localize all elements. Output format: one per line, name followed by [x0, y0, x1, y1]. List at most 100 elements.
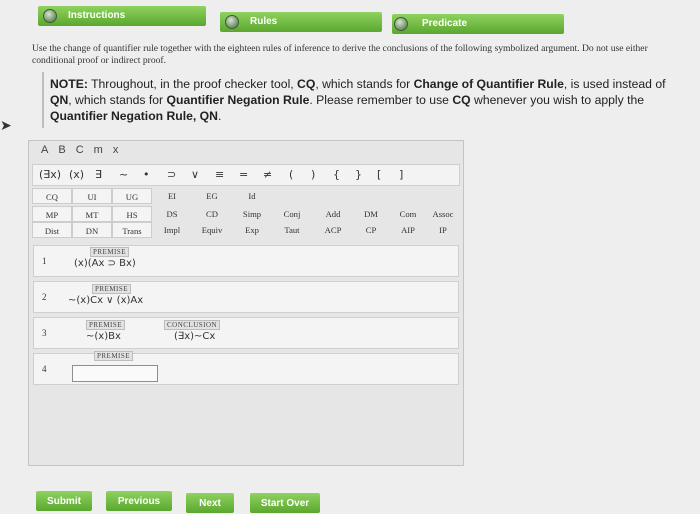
close-icon[interactable]: x — [113, 144, 119, 160]
rule-ds[interactable]: DS — [152, 206, 192, 222]
new-line-input[interactable] — [72, 365, 158, 382]
note-text: Throughout, in the proof checker tool, — [87, 77, 298, 91]
symbol-not-equals[interactable]: ≠ — [263, 168, 272, 181]
line-number: 4 — [42, 364, 47, 374]
symbol-equals[interactable]: = — [239, 168, 248, 181]
premise-tag: PREMISE — [86, 320, 126, 330]
font-option-c[interactable]: C — [76, 144, 84, 160]
premise-tag: PREMISE — [92, 284, 132, 294]
rule-trans[interactable]: Trans — [112, 222, 152, 238]
note-text: , which stands for — [315, 77, 414, 91]
note-text: . — [217, 109, 222, 123]
tab-label: Instructions — [68, 10, 126, 21]
rule-hs[interactable]: HS — [112, 206, 152, 222]
line-number: 3 — [42, 328, 47, 338]
conclusion-formula: (∃x)~Cx — [174, 331, 216, 342]
tab-bar: Instructions Rules Predicate — [0, 0, 700, 40]
note-lead: NOTE: — [50, 77, 88, 91]
rule-eg[interactable]: EG — [192, 188, 232, 204]
submit-button[interactable]: Submit — [36, 491, 92, 511]
symbol-universal-x[interactable]: (x) — [69, 168, 84, 181]
rule-cd[interactable]: CD — [192, 206, 232, 222]
rule-mt[interactable]: MT — [72, 206, 112, 222]
rule-acp[interactable]: ACP — [314, 222, 352, 238]
cursor-arrow-icon: ➤ — [0, 118, 12, 134]
note-cq: CQ — [297, 77, 316, 91]
font-option-b[interactable]: B — [58, 144, 65, 160]
proof-checker: A B C m x (∃x) (x) ∃ ~ • ⊃ ∨ ≡ = ≠ ( ) {… — [28, 140, 464, 466]
rule-ip[interactable]: IP — [426, 222, 460, 238]
line-formula[interactable]: ~(x)Bx — [86, 331, 121, 342]
start-over-button[interactable]: Start Over — [250, 493, 320, 513]
premise-tag: PREMISE — [90, 247, 130, 257]
font-option-m[interactable]: m — [94, 144, 103, 160]
symbol-triple-bar[interactable]: ≡ — [215, 168, 224, 181]
rule-cp[interactable]: CP — [352, 222, 390, 238]
note-qn-rule: Quantifier Negation Rule — [166, 93, 310, 107]
note-qn-rule: Quantifier Negation Rule, QN — [50, 109, 218, 123]
rule-dn[interactable]: DN — [72, 222, 112, 238]
symbol-paren-close[interactable]: ) — [311, 168, 315, 181]
note-text: , is used instead of — [563, 77, 666, 91]
rule-taut[interactable]: Taut — [272, 222, 312, 238]
note-box: NOTE: Throughout, in the proof checker t… — [42, 72, 682, 128]
tab-bullet-icon — [394, 17, 408, 31]
rule-dist[interactable]: Dist — [32, 222, 72, 238]
rule-com[interactable]: Com — [390, 206, 426, 222]
symbol-brace-close[interactable]: } — [355, 168, 362, 181]
next-button[interactable]: Next — [186, 493, 234, 513]
line-formula[interactable]: (x)(Ax ⊃ Bx) — [74, 258, 136, 269]
rule-aip[interactable]: AIP — [390, 222, 426, 238]
previous-button[interactable]: Previous — [106, 491, 172, 511]
tab-predicate[interactable]: Predicate — [392, 14, 564, 34]
rules-grid: CQ UI UG EI EG Id MP MT HS DS CD Simp Co… — [32, 188, 460, 240]
rule-ui[interactable]: UI — [72, 188, 112, 204]
symbol-existential[interactable]: ∃ — [95, 168, 102, 181]
font-option-a[interactable]: A — [41, 144, 48, 160]
line-formula[interactable]: ~(x)Cx ∨ (x)Ax — [68, 295, 143, 306]
note-text: , which stands for — [68, 93, 167, 107]
tab-instructions[interactable]: Instructions — [38, 6, 206, 26]
tab-bullet-icon — [225, 15, 239, 29]
rule-id[interactable]: Id — [232, 188, 272, 204]
symbol-bracket-open[interactable]: [ — [377, 168, 381, 181]
line-number: 1 — [42, 256, 47, 266]
note-qn: QN — [50, 93, 69, 107]
proof-line-4[interactable]: 4 PREMISE — [33, 351, 459, 385]
premise-tag: PREMISE — [94, 351, 134, 361]
symbol-wedge[interactable]: ∨ — [191, 168, 199, 181]
rule-add[interactable]: Add — [314, 206, 352, 222]
conclusion-tag: CONCLUSION — [164, 320, 221, 330]
rule-simp[interactable]: Simp — [232, 206, 272, 222]
tab-label: Predicate — [422, 18, 468, 29]
proof-line-3[interactable]: 3 PREMISE ~(x)Bx CONCLUSION (∃x)~Cx — [33, 317, 459, 349]
rule-mp[interactable]: MP — [32, 206, 72, 222]
note-cq: CQ — [452, 93, 471, 107]
instructions-text: Use the change of quantifier rule togeth… — [32, 43, 648, 66]
proof-line-2[interactable]: 2 PREMISE ~(x)Cx ∨ (x)Ax — [33, 281, 459, 313]
symbol-toolbar: (∃x) (x) ∃ ~ • ⊃ ∨ ≡ = ≠ ( ) { } [ ] — [32, 164, 460, 186]
rule-ei[interactable]: EI — [152, 188, 192, 204]
rule-equiv[interactable]: Equiv — [192, 222, 232, 238]
symbol-brace-open[interactable]: { — [333, 168, 340, 181]
tab-rules[interactable]: Rules — [220, 12, 382, 32]
symbol-tilde[interactable]: ~ — [119, 168, 128, 181]
symbol-paren-open[interactable]: ( — [289, 168, 293, 181]
symbol-bracket-close[interactable]: ] — [399, 168, 403, 181]
rule-impl[interactable]: Impl — [152, 222, 192, 238]
rule-dm[interactable]: DM — [352, 206, 390, 222]
proof-line-1[interactable]: 1 PREMISE (x)(Ax ⊃ Bx) — [33, 245, 459, 277]
rule-ug[interactable]: UG — [112, 188, 152, 204]
note-text: whenever you wish to apply the — [470, 93, 645, 107]
rule-exp[interactable]: Exp — [232, 222, 272, 238]
rule-cq[interactable]: CQ — [32, 188, 72, 204]
note-text: . Please remember to use — [309, 93, 453, 107]
line-number: 2 — [42, 292, 47, 302]
font-toolbar: A B C m x — [41, 144, 118, 160]
symbol-dot[interactable]: • — [143, 168, 150, 181]
rule-conj[interactable]: Conj — [272, 206, 312, 222]
symbol-existential-x[interactable]: (∃x) — [39, 168, 61, 181]
note-cq-rule: Change of Quantifier Rule — [413, 77, 564, 91]
rule-assoc[interactable]: Assoc — [426, 206, 460, 222]
symbol-horseshoe[interactable]: ⊃ — [167, 168, 176, 181]
